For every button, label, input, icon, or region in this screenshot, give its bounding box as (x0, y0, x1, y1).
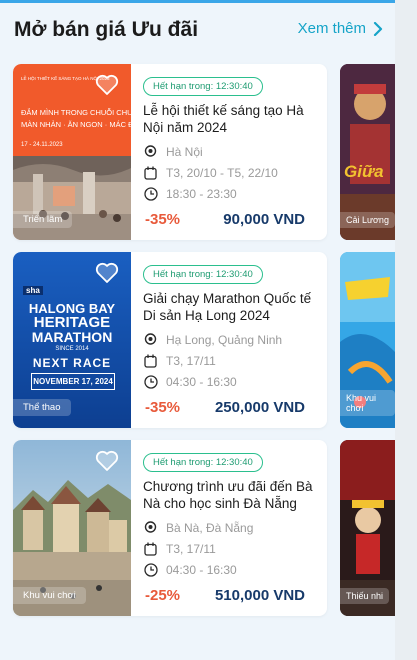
next-event-card[interactable]: Thiếu nhi (340, 440, 395, 616)
poster-line: NEXT RACE (32, 356, 112, 370)
heart-icon[interactable] (95, 450, 119, 472)
event-poster: LỄ HỘI THIẾT KẾ SÁNG TẠO HÀ NỘI 2023 ĐẮM… (13, 64, 131, 240)
event-date: T3, 17/11 (166, 542, 216, 556)
poster-logo: sha (23, 286, 43, 295)
time-row: 04:30 - 16:30 (143, 561, 237, 579)
poster-line: SINCE 2014 (55, 346, 89, 352)
event-time: 04:30 - 16:30 (166, 375, 237, 389)
category-tag: Thiếu nhi (340, 588, 390, 604)
heart-icon[interactable] (95, 74, 119, 96)
event-card[interactable]: sha HALONG BAY HERITAGE MARATHON SINCE 2… (13, 252, 327, 428)
section-title: Mở bán giá Ưu đãi (14, 18, 199, 41)
section-header: Mở bán giá Ưu đãi Xem thêm (14, 16, 384, 48)
date-row: T3, 17/11 (143, 352, 216, 370)
top-accent-bar (0, 0, 395, 3)
countdown-badge: Hết hạn trong: 12:30:40 (143, 77, 263, 96)
event-poster: Khu vui chơi (13, 440, 131, 616)
location-row: Bà Nà, Đà Nẵng (143, 519, 253, 537)
date-row: T3, 20/10 - T5, 22/10 (143, 164, 278, 182)
calendar-icon (143, 166, 158, 181)
price-label: 90,000 VND (223, 211, 305, 228)
time-row: 04:30 - 16:30 (143, 373, 237, 391)
category-tag: Cải Lương (340, 212, 395, 228)
event-date: T3, 20/10 - T5, 22/10 (166, 166, 278, 180)
countdown-badge: Hết hạn trong: 12:30:40 (143, 265, 263, 284)
poster-race-date: NOVEMBER 17, 2024 (31, 373, 115, 390)
poster-line: ĐẮM MÌNH TRONG CHUỖI CHUỖI (21, 108, 131, 117)
clock-icon (143, 375, 158, 390)
poster-date: 17 - 24.11.2023 (21, 142, 63, 148)
event-name: Chương trình ưu đãi đến Bà Nà cho học si… (143, 479, 313, 511)
scroll-gutter (395, 0, 417, 660)
see-more-link[interactable]: Xem thêm (298, 20, 384, 37)
poster-line: MARATHON (31, 329, 113, 345)
heart-icon[interactable] (95, 262, 119, 284)
see-more-label: Xem thêm (297, 20, 366, 37)
chevron-right-icon (373, 21, 383, 36)
location-pin-icon (143, 144, 158, 160)
event-time: 04:30 - 16:30 (166, 563, 237, 577)
clock-icon (143, 187, 158, 202)
price-label: 250,000 VND (214, 399, 305, 416)
event-poster: sha HALONG BAY HERITAGE MARATHON SINCE 2… (13, 252, 131, 428)
event-info: Hết hạn trong: 12:30:40 Giải chạy Marath… (143, 252, 323, 428)
category-tag: Thể thao (13, 399, 71, 416)
next-event-card[interactable]: Khu vui chơi (340, 252, 395, 428)
location-row: Hạ Long, Quảng Ninh (143, 331, 282, 349)
calendar-icon (143, 354, 158, 369)
event-info: Hết hạn trong: 12:30:40 Chương trình ưu … (143, 440, 323, 616)
next-event-card[interactable]: Giữa Cải Lương (340, 64, 395, 240)
time-row: 18:30 - 23:30 (143, 185, 237, 203)
poster-line: MÀN NHẢN · ĂN NGON · MÁC Đ (21, 120, 131, 129)
countdown-badge: Hết hạn trong: 12:30:40 (143, 453, 263, 472)
discount-label: -35% (145, 211, 181, 228)
event-location: Hạ Long, Quảng Ninh (166, 333, 283, 347)
location-pin-icon (143, 332, 158, 348)
calendar-icon (143, 542, 158, 557)
category-tag: Khu vui chơi (13, 587, 86, 604)
category-tag: Khu vui chơi (340, 390, 395, 416)
clock-icon (143, 563, 158, 578)
poster-title: Giữa (344, 162, 384, 181)
event-date: T3, 17/11 (166, 354, 216, 368)
location-row: Hà Nội (143, 143, 203, 161)
event-location: Bà Nà, Đà Nẵng (166, 521, 254, 535)
location-pin-icon (143, 520, 158, 536)
discount-label: -35% (145, 399, 181, 416)
discount-label: -25% (145, 587, 181, 604)
event-card[interactable]: Khu vui chơi Hết hạn trong: 12:30:40 Chư… (13, 440, 327, 616)
poster-line: HERITAGE (33, 314, 111, 331)
event-name: Giải chạy Marathon Quốc tế Di sản Hạ Lon… (143, 291, 312, 323)
event-name: Lễ hội thiết kế sáng tạo Hà Nội năm 2024 (143, 103, 304, 135)
event-location: Hà Nội (166, 145, 203, 159)
event-card[interactable]: LỄ HỘI THIẾT KẾ SÁNG TẠO HÀ NỘI 2023 ĐẮM… (13, 64, 327, 240)
category-tag: Triển lãm (13, 211, 73, 228)
event-info: Hết hạn trong: 12:30:40 Lễ hội thiết kế … (143, 64, 323, 240)
event-time: 18:30 - 23:30 (166, 187, 237, 201)
price-label: 510,000 VND (214, 587, 305, 604)
date-row: T3, 17/11 (143, 540, 216, 558)
